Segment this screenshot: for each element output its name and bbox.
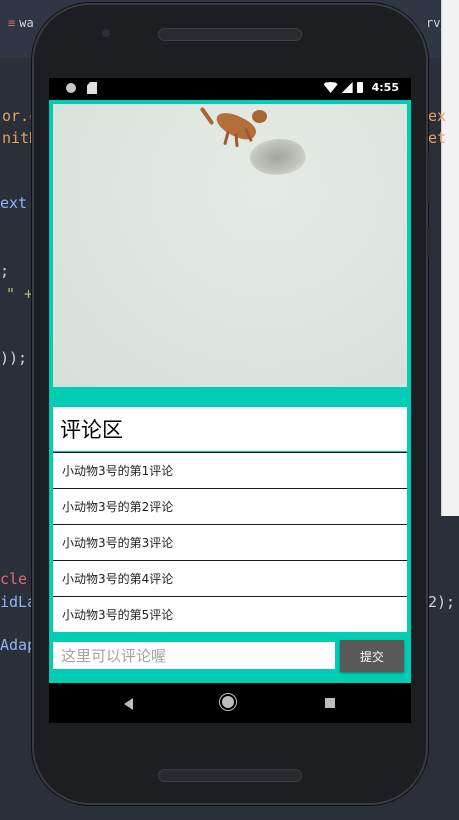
submit-button[interactable]: 提交 — [340, 640, 404, 672]
status-time: 4:55 — [371, 81, 399, 94]
phone-frame: 4:55 评论区 小动物3号的第1评论 小动物3号的第2评论 小动物3号的第3评… — [32, 3, 431, 805]
comment-item[interactable]: 小动物3号的第5评论 — [53, 596, 407, 632]
cat-leg — [223, 130, 230, 146]
code-fragment: idLa — [0, 593, 37, 611]
code-fragment: Adap — [0, 636, 37, 654]
code-fragment: " + — [6, 285, 34, 303]
comment-item[interactable]: 小动物3号的第1评论 — [53, 452, 407, 488]
bottom-speaker — [158, 769, 302, 782]
code-fragment: ext — [0, 194, 28, 212]
phone-screen: 4:55 评论区 小动物3号的第1评论 小动物3号的第2评论 小动物3号的第3评… — [49, 78, 411, 723]
comment-item[interactable]: 小动物3号的第4评论 — [53, 560, 407, 596]
cat-tail — [199, 106, 215, 126]
status-bar: 4:55 — [49, 78, 411, 100]
cat-head — [252, 110, 267, 123]
code-fragment: ex — [428, 107, 447, 125]
notification-dot-icon — [66, 83, 76, 93]
home-icon[interactable] — [222, 696, 234, 708]
ide-side-panel — [441, 0, 459, 516]
file-icon: ≡ — [8, 16, 16, 30]
back-icon[interactable] — [124, 698, 133, 710]
code-fragment: ; — [0, 262, 10, 280]
front-camera-icon — [102, 29, 110, 37]
code-fragment: cle — [0, 570, 28, 588]
cat-shadow — [247, 134, 308, 180]
code-fragment: et — [428, 129, 447, 147]
app-content: 评论区 小动物3号的第1评论 小动物3号的第2评论 小动物3号的第3评论 小动物… — [49, 100, 411, 683]
signal-icon — [341, 82, 353, 93]
power-button — [427, 228, 431, 258]
cat-photo — [53, 104, 407, 387]
recents-icon[interactable] — [325, 698, 335, 708]
sd-card-icon — [87, 82, 97, 94]
comment-item[interactable]: 小动物3号的第2评论 — [53, 488, 407, 524]
volume-button — [427, 153, 431, 203]
ide-tab-left[interactable]: ≡ wa — [8, 16, 34, 30]
code-fragment: )); — [0, 349, 28, 367]
comment-section-title: 评论区 — [53, 407, 407, 451]
comment-item[interactable]: 小动物3号的第3评论 — [53, 524, 407, 560]
navigation-bar — [49, 683, 411, 723]
comment-input-bar: 提交 — [49, 637, 411, 677]
comment-input[interactable] — [53, 642, 335, 669]
code-fragment: 2); — [428, 593, 456, 611]
earpiece-speaker — [158, 28, 302, 41]
wifi-icon — [323, 82, 338, 93]
battery-icon — [356, 82, 363, 93]
comment-section: 评论区 小动物3号的第1评论 小动物3号的第2评论 小动物3号的第3评论 小动物… — [53, 407, 407, 632]
